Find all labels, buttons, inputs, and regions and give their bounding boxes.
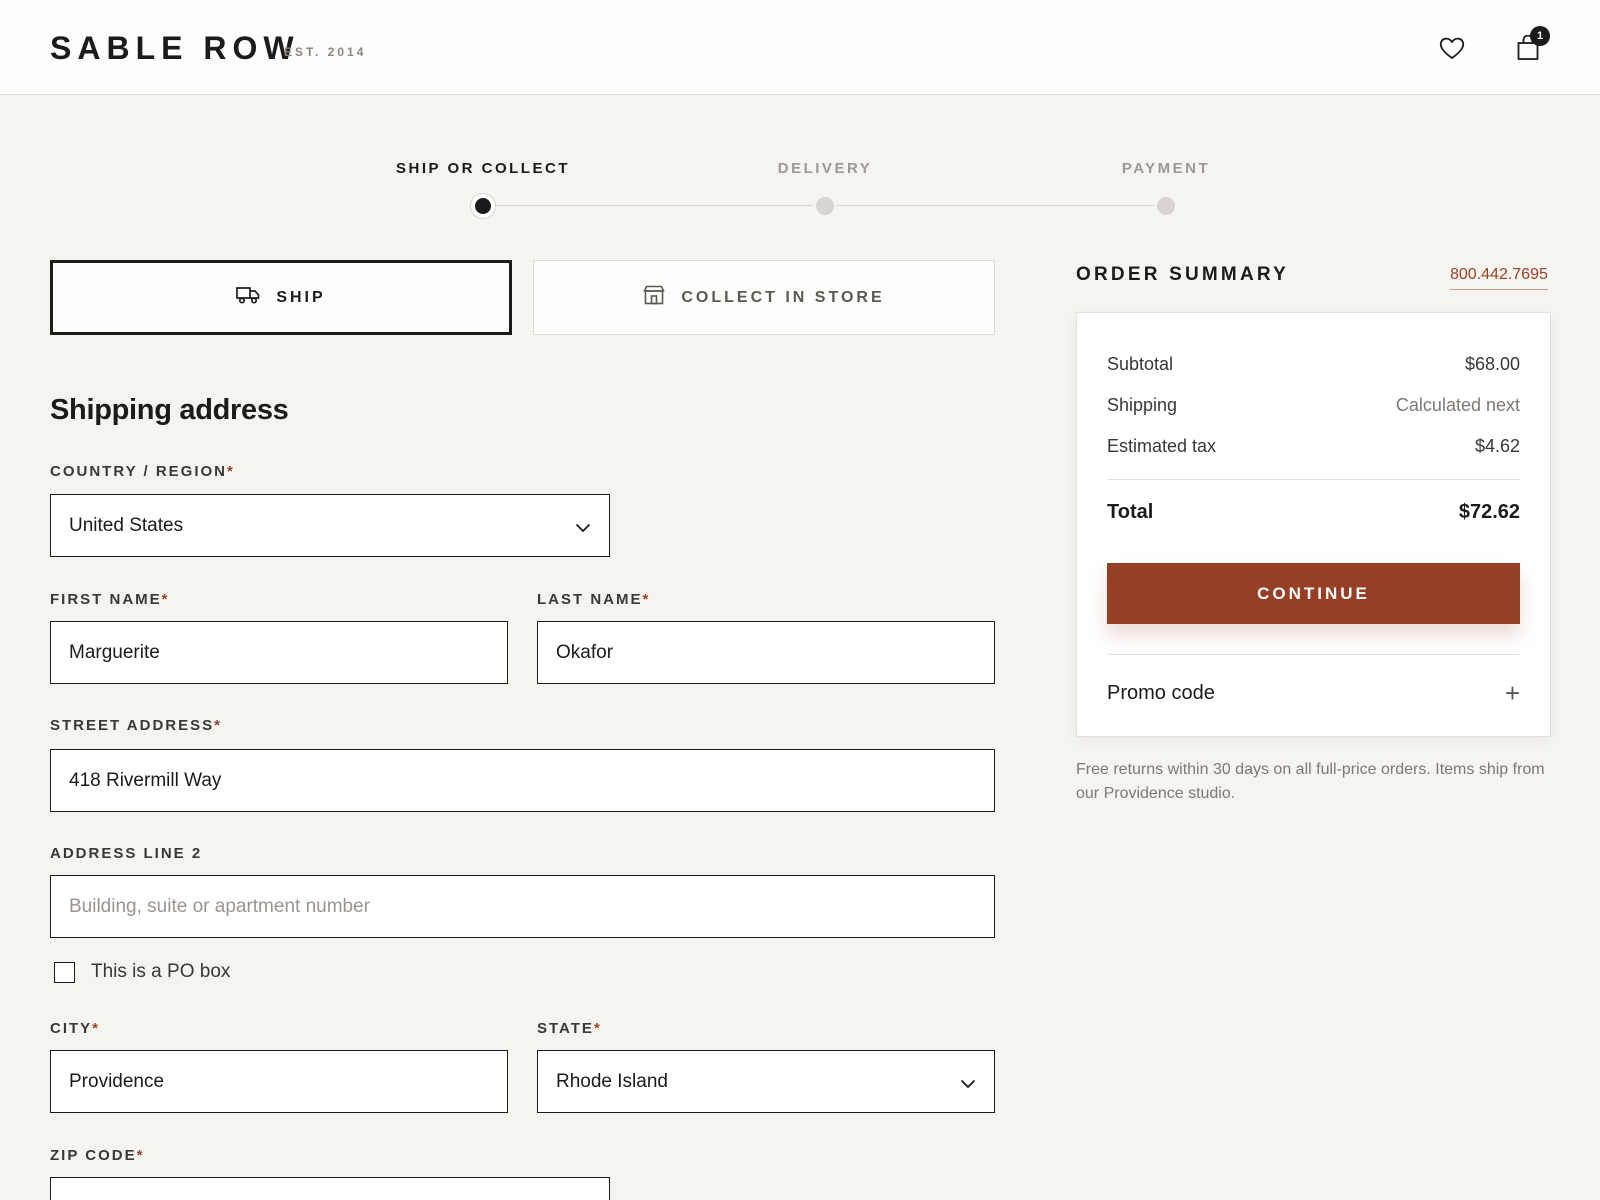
first-name-field[interactable]: Marguerite xyxy=(50,621,508,684)
state-label: STATE* xyxy=(537,1020,602,1037)
subtotal-value: $68.00 xyxy=(1464,354,1520,374)
continue-button[interactable]: CONTINUE xyxy=(1107,563,1520,624)
street-address-field[interactable]: 418 Rivermill Way xyxy=(50,749,995,812)
chevron-down-icon xyxy=(960,1073,976,1095)
summary-divider xyxy=(1107,654,1520,655)
first-name-label: FIRST NAME* xyxy=(50,591,170,608)
total-value: $72.62 xyxy=(1458,501,1520,523)
total-row: Total $72.62 xyxy=(1107,501,1520,524)
collect-option-label: COLLECT IN STORE xyxy=(681,288,885,306)
po-box-label: This is a PO box xyxy=(91,961,231,982)
collect-in-store-button[interactable]: COLLECT IN STORE xyxy=(533,260,995,335)
city-field[interactable]: Providence xyxy=(50,1050,508,1113)
ship-option-label: SHIP xyxy=(276,288,326,306)
step-dot xyxy=(1157,197,1175,215)
chevron-down-icon xyxy=(575,517,591,539)
zip-code-label: ZIP CODE* xyxy=(50,1147,145,1164)
plus-icon: + xyxy=(1504,678,1520,708)
site-header: SABLE ROW EST. 2014 1 xyxy=(0,0,1600,95)
address-line-2-placeholder: Building, suite or apartment number xyxy=(69,895,370,917)
city-value: Providence xyxy=(69,1070,165,1092)
promo-code-label: Promo code xyxy=(1107,682,1215,704)
po-box-checkbox[interactable] xyxy=(54,961,75,983)
country-value: United States xyxy=(69,514,184,536)
step-connector xyxy=(837,205,1154,206)
shipping-label: Shipping xyxy=(1107,395,1178,415)
truck-icon xyxy=(236,286,260,309)
tax-row: Estimated tax $4.62 xyxy=(1107,436,1520,457)
country-select[interactable]: United States xyxy=(50,494,610,557)
first-name-value: Marguerite xyxy=(69,641,160,663)
step-connector xyxy=(496,205,813,206)
wishlist-heart-icon[interactable] xyxy=(1436,32,1468,64)
street-address-label: STREET ADDRESS* xyxy=(50,717,222,734)
summary-divider xyxy=(1107,479,1520,480)
total-label: Total xyxy=(1107,501,1154,523)
state-select[interactable]: Rhode Island xyxy=(537,1050,995,1113)
shipping-address-heading: Shipping address xyxy=(50,394,289,426)
subtotal-row: Subtotal $68.00 xyxy=(1107,354,1520,375)
brand-logo[interactable]: SABLE ROW xyxy=(50,30,300,67)
store-icon xyxy=(643,285,666,310)
zip-code-field[interactable] xyxy=(50,1177,610,1200)
ship-option-button[interactable]: SHIP xyxy=(50,260,512,335)
last-name-label: LAST NAME* xyxy=(537,591,651,608)
po-box-row: This is a PO box xyxy=(54,961,230,983)
returns-note: Free returns within 30 days on all full-… xyxy=(1076,761,1545,802)
step-ship-or-collect: SHIP OR COLLECT xyxy=(396,160,570,177)
country-label: COUNTRY / REGION* xyxy=(50,463,235,480)
promo-code-toggle[interactable]: Promo code + xyxy=(1107,678,1520,709)
order-summary-card: Subtotal $68.00 Shipping Calculated next… xyxy=(1076,312,1551,737)
state-value: Rhode Island xyxy=(556,1070,668,1092)
last-name-field[interactable]: Okafor xyxy=(537,621,995,684)
city-label: CITY* xyxy=(50,1020,101,1037)
step-dot xyxy=(816,197,834,215)
address-line-2-label: ADDRESS LINE 2 xyxy=(50,845,203,862)
cart-count-badge: 1 xyxy=(1530,26,1550,46)
street-address-value: 418 Rivermill Way xyxy=(69,769,222,791)
subtotal-label: Subtotal xyxy=(1107,354,1174,374)
shipping-value: Calculated next xyxy=(1395,395,1520,415)
step-dot-active xyxy=(470,193,496,219)
address-line-2-field[interactable]: Building, suite or apartment number xyxy=(50,875,995,938)
last-name-value: Okafor xyxy=(556,641,614,663)
tax-value: $4.62 xyxy=(1474,436,1520,456)
shipping-row: Shipping Calculated next xyxy=(1107,395,1520,416)
brand-est: EST. 2014 xyxy=(284,45,367,59)
step-delivery: DELIVERY xyxy=(777,160,873,177)
step-payment: PAYMENT xyxy=(1121,160,1211,177)
support-phone-link[interactable]: 800.442.7695 xyxy=(1450,266,1548,290)
tax-label: Estimated tax xyxy=(1107,436,1217,456)
order-summary-title: ORDER SUMMARY xyxy=(1076,264,1289,285)
